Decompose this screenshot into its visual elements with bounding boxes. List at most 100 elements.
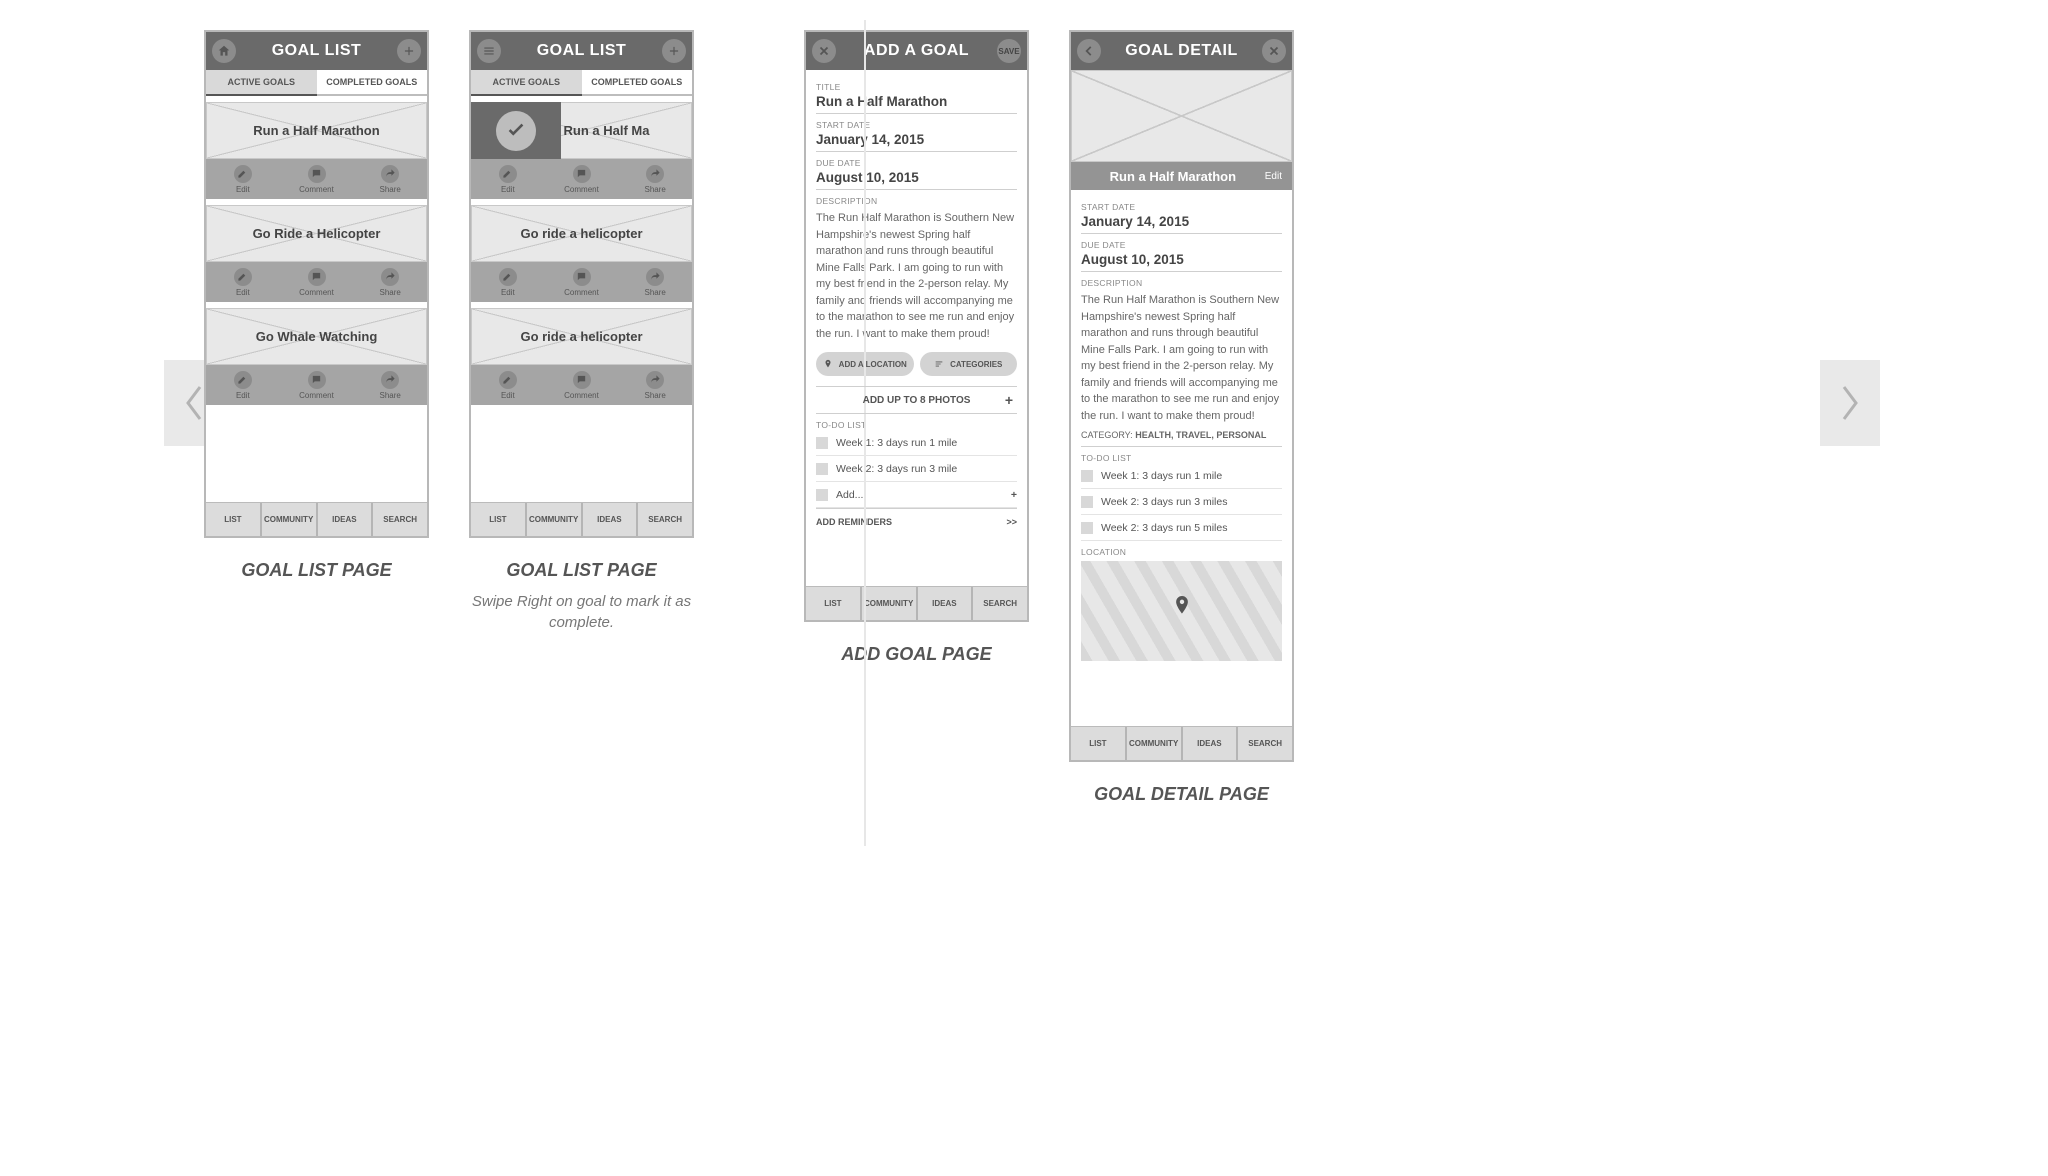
tab-active-goals[interactable]: ACTIVE GOALS <box>206 70 317 96</box>
label-description: DESCRIPTION <box>1081 278 1282 288</box>
nav-search[interactable]: SEARCH <box>636 503 692 536</box>
tab-active-goals[interactable]: ACTIVE GOALS <box>471 70 582 96</box>
share-button[interactable]: Share <box>618 262 692 302</box>
screen-add-goal: ADD A GOAL SAVE TITLE Run a Half Maratho… <box>804 30 1029 1176</box>
nav-search[interactable]: SEARCH <box>1236 727 1292 760</box>
home-icon[interactable] <box>212 39 236 63</box>
add-reminders-label: ADD REMINDERS <box>816 517 892 527</box>
nav-list[interactable]: LIST <box>471 503 525 536</box>
tab-completed-goals[interactable]: COMPLETED GOALS <box>582 70 693 94</box>
edit-button[interactable]: Edit <box>1265 171 1282 182</box>
value-categories: HEALTH, TRAVEL, PERSONAL <box>1135 430 1266 440</box>
comment-button[interactable]: Comment <box>545 262 619 302</box>
nav-search[interactable]: SEARCH <box>971 587 1027 620</box>
goal-title: Run a Half Marathon <box>1081 169 1265 184</box>
field-description[interactable]: The Run Half Marathon is Southern New Ha… <box>816 206 1017 342</box>
label-due-date: DUE DATE <box>816 158 1017 168</box>
comment-button[interactable]: Comment <box>545 159 619 199</box>
share-button[interactable]: Share <box>353 365 427 405</box>
nav-ideas[interactable]: IDEAS <box>581 503 637 536</box>
nav-list[interactable]: LIST <box>1071 727 1125 760</box>
menu-icon[interactable] <box>477 39 501 63</box>
screen-goal-detail: GOAL DETAIL Run a Half Marathon Edit STA… <box>1069 30 1294 1176</box>
location-map[interactable] <box>1081 561 1282 661</box>
hero-image-placeholder <box>1071 70 1292 162</box>
todo-item[interactable]: Week 1: 3 days run 1 mile <box>816 430 1017 456</box>
todo-item[interactable]: Week 2: 3 days run 3 mile <box>816 456 1017 482</box>
screen-goal-list-1: GOAL LIST ACTIVE GOALS COMPLETED GOALS R… <box>204 30 429 1176</box>
goal-card[interactable]: Go Ride a Helicopter <box>206 205 427 262</box>
back-icon[interactable] <box>1077 39 1101 63</box>
category-row: CATEGORY: HEALTH, TRAVEL, PERSONAL <box>1081 424 1282 447</box>
goal-title: Run a Half Ma <box>514 123 650 138</box>
add-icon[interactable] <box>662 39 686 63</box>
comment-button[interactable]: Comment <box>280 365 354 405</box>
nav-community[interactable]: COMMUNITY <box>525 503 581 536</box>
edit-button[interactable]: Edit <box>471 262 545 302</box>
share-button[interactable]: Share <box>618 159 692 199</box>
goal-card[interactable]: Go ride a helicopter <box>471 308 692 365</box>
goal-title: Go Whale Watching <box>256 329 378 344</box>
checkbox-icon[interactable] <box>1081 496 1093 508</box>
add-icon[interactable] <box>397 39 421 63</box>
edit-button[interactable]: Edit <box>206 159 280 199</box>
checkbox-icon[interactable] <box>816 463 828 475</box>
comment-button[interactable]: Comment <box>545 365 619 405</box>
nav-ideas[interactable]: IDEAS <box>1181 727 1237 760</box>
share-button[interactable]: Share <box>618 365 692 405</box>
todo-add-row[interactable]: Add... + <box>816 482 1017 508</box>
goal-card[interactable]: Go ride a helicopter <box>471 205 692 262</box>
nav-ideas[interactable]: IDEAS <box>316 503 372 536</box>
edit-button[interactable]: Edit <box>206 365 280 405</box>
todo-text: Week 2: 3 days run 3 miles <box>1101 496 1227 508</box>
add-reminders-button[interactable]: ADD REMINDERS >> <box>816 508 1017 534</box>
field-start-date[interactable]: January 14, 2015 <box>816 130 1017 152</box>
header-title: GOAL LIST <box>537 42 627 60</box>
nav-community[interactable]: COMMUNITY <box>260 503 316 536</box>
share-button[interactable]: Share <box>353 159 427 199</box>
field-due-date[interactable]: August 10, 2015 <box>816 168 1017 190</box>
subcaption: Swipe Right on goal to mark it as comple… <box>472 591 692 633</box>
goal-title: Go ride a helicopter <box>520 329 642 344</box>
edit-button[interactable]: Edit <box>471 159 545 199</box>
label-start-date: START DATE <box>1081 202 1282 212</box>
close-icon[interactable] <box>1262 39 1286 63</box>
label-description: DESCRIPTION <box>816 196 1017 206</box>
value-start-date: January 14, 2015 <box>1081 212 1282 234</box>
label-location: LOCATION <box>1081 547 1282 557</box>
edit-button[interactable]: Edit <box>206 262 280 302</box>
checkbox-icon[interactable] <box>816 437 828 449</box>
label-start-date: START DATE <box>816 120 1017 130</box>
checkbox-icon[interactable] <box>1081 470 1093 482</box>
edit-button[interactable]: Edit <box>471 365 545 405</box>
label-due-date: DUE DATE <box>1081 240 1282 250</box>
checkbox-icon[interactable] <box>1081 522 1093 534</box>
nav-list[interactable]: LIST <box>806 587 860 620</box>
todo-item: Week 1: 3 days run 1 mile <box>1081 463 1282 489</box>
goal-list: Run a Half Ma Edit Comment Share Go ride… <box>471 96 692 502</box>
goal-card[interactable]: Run a Half Ma <box>471 102 692 159</box>
header-title: ADD A GOAL <box>864 42 969 60</box>
todo-text: Week 2: 3 days run 5 miles <box>1101 522 1227 534</box>
tab-completed-goals[interactable]: COMPLETED GOALS <box>317 70 428 94</box>
nav-ideas[interactable]: IDEAS <box>916 587 972 620</box>
field-title[interactable]: Run a Half Marathon <box>816 92 1017 114</box>
goal-card[interactable]: Run a Half Marathon <box>206 102 427 159</box>
add-location-label: ADD A LOCATION <box>839 360 907 369</box>
categories-button[interactable]: CATEGORIES <box>920 352 1018 376</box>
comment-button[interactable]: Comment <box>280 159 354 199</box>
nav-community[interactable]: COMMUNITY <box>860 587 916 620</box>
todo-item: Week 2: 3 days run 3 miles <box>1081 489 1282 515</box>
share-button[interactable]: Share <box>353 262 427 302</box>
goal-list: Run a Half Marathon Edit Comment Share G… <box>206 96 427 502</box>
goal-card[interactable]: Go Whale Watching <box>206 308 427 365</box>
plus-icon: + <box>1005 392 1013 408</box>
screen-goal-list-2: GOAL LIST ACTIVE GOALS COMPLETED GOALS R… <box>469 30 694 1176</box>
nav-search[interactable]: SEARCH <box>371 503 427 536</box>
save-button[interactable]: SAVE <box>997 39 1021 63</box>
comment-button[interactable]: Comment <box>280 262 354 302</box>
add-photos-button[interactable]: ADD UP TO 8 PHOTOS + <box>816 386 1017 414</box>
nav-list[interactable]: LIST <box>206 503 260 536</box>
close-icon[interactable] <box>812 39 836 63</box>
nav-community[interactable]: COMMUNITY <box>1125 727 1181 760</box>
